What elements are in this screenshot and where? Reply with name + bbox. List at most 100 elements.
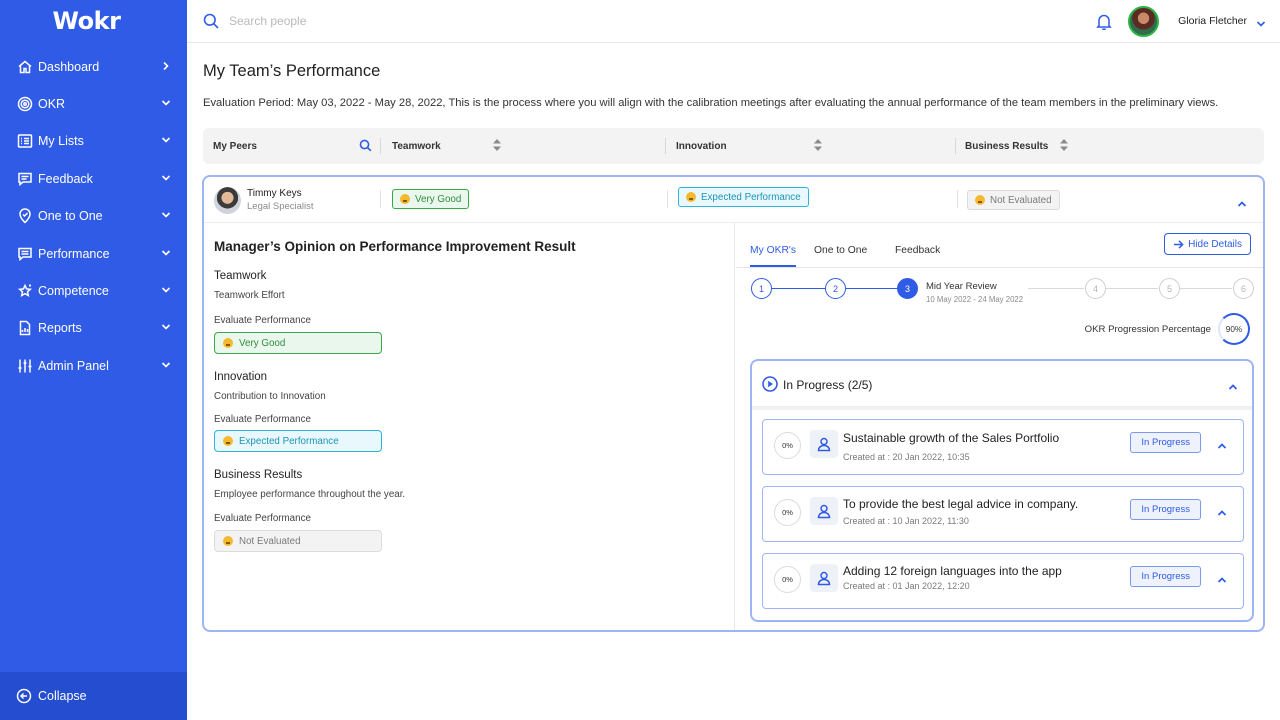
column-innovation[interactable]: Innovation [676,128,727,164]
sort-icon[interactable] [813,128,823,164]
step-6[interactable]: 6 [1233,278,1254,299]
sidebar-item-performance[interactable]: Performance [0,235,187,272]
okr-item-title: Sustainable growth of the Sales Portfoli… [843,431,1060,445]
sidebar-item-dashboard[interactable]: Dashboard [0,48,187,85]
teamwork-rating-badge: Very Good [392,189,470,209]
badge-label: Not Evaluated [990,194,1052,206]
teamwork-evaluation-select[interactable]: Very Good [214,332,382,354]
okr-progress-circle: 0% [774,432,801,459]
sidebar-item-competence[interactable]: Competence [0,272,187,309]
list-icon [16,133,33,150]
innovation-rating-badge: Expected Performance [678,187,809,207]
step-1[interactable]: 1 [751,278,772,299]
smile-emoji-icon [223,338,233,348]
sidebar-item-label: Competence [38,284,109,299]
sidebar-item-feedback[interactable]: Feedback [0,160,187,197]
okr-group-header[interactable]: In Progress (2/5) [752,361,1252,407]
badge-label: Very Good [415,193,462,205]
okr-item[interactable]: 0% Sustainable growth of the Sales Portf… [762,419,1244,475]
chevron-down-icon [161,134,171,148]
column-divider [667,190,668,208]
sidebar-item-label: OKR [38,97,66,112]
column-my-peers: My Peers [213,128,257,164]
peer-avatar [214,187,241,214]
column-business-results[interactable]: Business Results [965,128,1048,164]
section-subtitle: Teamwork Effort [214,290,285,301]
collapse-row-chevron-up-icon[interactable] [1237,196,1247,214]
table-header: My Peers Teamwork Innovation Business Re… [203,128,1264,164]
chevron-up-icon[interactable] [1217,572,1227,590]
tab-my-okrs[interactable]: My OKR's [750,245,796,256]
step-connector [1179,288,1232,289]
okr-item[interactable]: 0% Adding 12 foreign languages into the … [762,553,1244,609]
chevron-down-icon[interactable] [1256,16,1266,27]
step-4[interactable]: 4 [1085,278,1106,299]
select-value: Very Good [239,337,286,349]
business-evaluation-select[interactable]: Not Evaluated [214,530,382,552]
column-label: Teamwork [392,140,441,152]
business-rating-badge: Not Evaluated [967,190,1060,210]
neutral-emoji-icon [975,195,985,205]
sidebar-item-label: Feedback [38,171,93,186]
sidebar-item-reports[interactable]: Reports [0,310,187,347]
sidebar-item-one-to-one[interactable]: One to One [0,198,187,235]
innovation-evaluation-select[interactable]: Expected Performance [214,430,382,452]
okr-item[interactable]: 0% To provide the best legal advice in c… [762,486,1244,542]
tab-one-to-one[interactable]: One to One [814,245,867,256]
arrow-left-circle-icon [16,688,32,704]
play-circle-icon [762,376,778,392]
evaluate-performance-label: Evaluate Performance [214,414,311,425]
column-divider [380,190,381,208]
sidebar-item-okr[interactable]: OKR [0,85,187,122]
sort-icon[interactable] [1059,128,1069,164]
sort-icon[interactable] [492,128,502,164]
okr-status-badge: In Progress [1130,499,1201,520]
sidebar-item-label: Admin Panel [38,358,109,373]
column-divider [380,138,381,154]
chevron-down-icon [161,359,171,373]
app-logo[interactable]: Wokr [0,0,187,42]
okr-item-created: Created at : 01 Jan 2022, 12:20 [843,581,970,591]
tabs-divider [736,267,1263,268]
sidebar-item-admin-panel[interactable]: Admin Panel [0,347,187,384]
table-row[interactable]: Timmy Keys Legal Specialist Very Good Ex… [204,177,1263,223]
details-panel: My OKR's One to One Feedback Hide Detail… [736,223,1263,630]
chevron-down-icon [161,247,171,261]
chevron-right-icon [161,60,171,74]
sidebar-item-my-lists[interactable]: My Lists [0,123,187,160]
user-avatar[interactable] [1128,6,1159,37]
user-icon [810,564,838,592]
okr-status-badge: In Progress [1130,432,1201,453]
section-heading-teamwork: Teamwork [214,270,267,282]
peer-row-expanded: Timmy Keys Legal Specialist Very Good Ex… [202,175,1265,632]
step-connector [772,288,825,289]
chevron-up-icon[interactable] [1228,379,1238,397]
search-people-input[interactable] [229,14,529,28]
collapse-sidebar-button[interactable]: Collapse [0,672,187,720]
current-step-title: Mid Year Review [926,281,997,292]
tab-feedback[interactable]: Feedback [895,245,940,256]
step-5[interactable]: 5 [1159,278,1180,299]
chevron-down-icon [161,321,171,335]
section-subtitle: Employee performance throughout the year… [214,489,406,500]
select-value: Not Evaluated [239,535,301,547]
peer-name: Timmy Keys [247,188,302,199]
okr-progression-label: OKR Progression Percentage [1084,324,1211,335]
hide-details-button[interactable]: Hide Details [1164,233,1251,255]
okr-item-created: Created at : 20 Jan 2022, 10:35 [843,452,970,462]
user-name[interactable]: Gloria Fletcher [1178,15,1247,27]
bell-icon[interactable] [1096,13,1112,31]
okr-status-badge: In Progress [1130,566,1201,587]
arrow-right-icon [1173,239,1184,249]
peer-search-icon[interactable] [359,139,372,152]
step-3[interactable]: 3 [897,278,918,299]
search-icon[interactable] [203,13,219,29]
column-teamwork[interactable]: Teamwork [392,128,441,164]
chevron-down-icon [161,97,171,111]
step-2[interactable]: 2 [825,278,846,299]
chevron-up-icon[interactable] [1217,505,1227,523]
chevron-down-icon [161,209,171,223]
neutral-emoji-icon [223,536,233,546]
chevron-up-icon[interactable] [1217,438,1227,456]
evaluation-period-text: Evaluation Period: May 03, 2022 - May 28… [203,97,1219,109]
